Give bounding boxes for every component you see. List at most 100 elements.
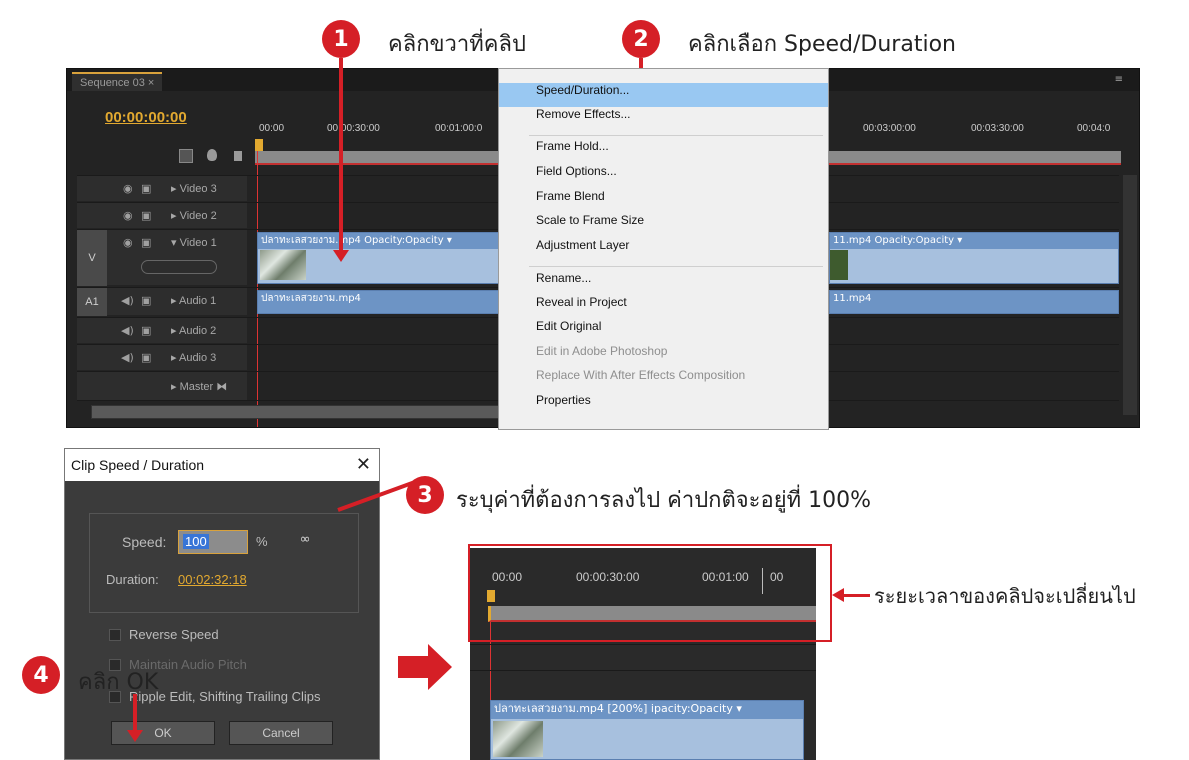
step-1-caption: คลิกขวาที่คลิป bbox=[388, 32, 526, 57]
track-label: ▸ Master ⧓ bbox=[171, 381, 228, 393]
timecode-display[interactable]: 00:00:00:00 bbox=[105, 109, 187, 126]
video-clip[interactable]: ปลาทะเลสวยงาม.mp4 Opacity:Opacity ▾ bbox=[257, 232, 509, 284]
horizontal-scrollbar[interactable] bbox=[91, 405, 511, 419]
speed-value: 100 bbox=[183, 534, 209, 549]
lock-icon[interactable]: ▣ bbox=[141, 209, 151, 222]
lock-icon[interactable]: ▣ bbox=[141, 351, 151, 364]
track-label: ▸ Audio 2 bbox=[171, 325, 217, 337]
speaker-icon[interactable]: ◀) bbox=[121, 294, 134, 307]
audio-clip-2[interactable]: 11.mp4 bbox=[829, 290, 1119, 314]
clip-thumbnail bbox=[830, 250, 848, 280]
eye-icon[interactable]: ◉ bbox=[123, 209, 133, 222]
track-divider bbox=[470, 644, 816, 645]
speaker-icon[interactable]: ◀) bbox=[121, 351, 134, 364]
menu-item-rename[interactable]: Rename... bbox=[499, 271, 828, 295]
clip-title: 11.mp4 bbox=[833, 293, 872, 304]
percent-label: % bbox=[256, 534, 268, 549]
eye-icon[interactable]: ◉ bbox=[123, 182, 133, 195]
menu-item-field-options[interactable]: Field Options... bbox=[499, 164, 828, 188]
ruler-label: 00:00:30:00 bbox=[327, 123, 380, 134]
ruler-label: 00:01:00:0 bbox=[435, 123, 483, 134]
clip-title: ปลาทะเลสวยงาม.mp4 Opacity:Opacity ▾ bbox=[258, 233, 508, 249]
target-video-button[interactable]: V bbox=[77, 230, 107, 286]
duration-label: Duration: bbox=[106, 572, 159, 587]
clip-title: ปลาทะเลสวยงาม.mp4 bbox=[261, 293, 361, 304]
step-3-badge: 3 bbox=[406, 476, 444, 514]
step-3-caption: ระบุค่าที่ต้องการลงไป ค่าปกติจะอยู่ที่ 1… bbox=[456, 488, 871, 513]
ruler-label: 00:00 bbox=[259, 123, 285, 134]
clip-title: 11.mp4 Opacity:Opacity ▾ bbox=[830, 233, 1118, 249]
reverse-speed-label: Reverse Speed bbox=[129, 627, 219, 642]
arrow-1-head bbox=[333, 250, 349, 262]
duration-value[interactable]: 00:02:32:18 bbox=[178, 572, 247, 587]
menu-item-adjustment-layer[interactable]: Adjustment Layer bbox=[499, 238, 828, 262]
track-header: ◀) ▣ ▸ Audio 2 bbox=[77, 318, 247, 343]
playhead-icon[interactable] bbox=[255, 139, 263, 151]
eye-icon[interactable]: ◉ bbox=[123, 236, 133, 249]
audio-clip[interactable]: ปลาทะเลสวยงาม.mp4 bbox=[257, 290, 509, 314]
arrow-4 bbox=[133, 694, 137, 732]
menu-item-edit-original[interactable]: Edit Original bbox=[499, 319, 828, 343]
lock-icon[interactable]: ▣ bbox=[141, 236, 151, 249]
clip-speed-dialog: Clip Speed / Duration ✕ Speed: 100 % ∞ D… bbox=[64, 448, 380, 760]
clip-thumbnail bbox=[260, 250, 306, 280]
panel-menu-icon[interactable]: ≡ bbox=[1115, 74, 1123, 85]
menu-item-properties[interactable]: Properties bbox=[499, 393, 828, 417]
tab-sequence[interactable]: Sequence 03 × bbox=[72, 72, 163, 91]
speed-group: Speed: 100 % ∞ Duration: 00:02:32:18 bbox=[89, 513, 359, 613]
speed-input[interactable]: 100 bbox=[178, 530, 248, 554]
track-label: ▸ Video 2 bbox=[171, 210, 217, 222]
step-1-badge: 1 bbox=[322, 20, 360, 58]
arrow-1 bbox=[339, 58, 343, 250]
dialog-title: Clip Speed / Duration bbox=[65, 449, 379, 481]
cancel-button[interactable]: Cancel bbox=[229, 721, 333, 745]
speed-label: Speed: bbox=[122, 534, 167, 550]
menu-item-frame-blend[interactable]: Frame Blend bbox=[499, 189, 828, 213]
highlight-box bbox=[468, 544, 832, 642]
track-label: ▾ Video 1 bbox=[171, 237, 217, 249]
link-icon[interactable]: ∞ bbox=[294, 530, 316, 570]
track-header: ◉ ▣ ▸ Video 3 bbox=[77, 176, 247, 201]
track-divider bbox=[470, 670, 816, 671]
menu-item-frame-hold[interactable]: Frame Hold... bbox=[499, 139, 828, 163]
menu-item-replace-with-ae: Replace With After Effects Composition bbox=[536, 368, 746, 382]
track-header: V ◉ ▣ ▾ Video 1 bbox=[77, 230, 247, 286]
track-label: ▸ Audio 1 bbox=[171, 295, 217, 307]
clip-thumbnail bbox=[493, 721, 543, 757]
zoomed-video-clip[interactable]: ปลาทะเลสวยงาม.mp4 [200%] ipacity:Opacity… bbox=[490, 700, 804, 760]
ruler-label: 00:04:0 bbox=[1077, 123, 1111, 134]
menu-item-scale-to-frame-size[interactable]: Scale to Frame Size bbox=[499, 213, 828, 237]
target-audio-button[interactable]: A1 bbox=[77, 288, 107, 316]
track-header: A1 ◀) ▣ ▸ Audio 1 bbox=[77, 288, 247, 316]
duration-note: ระยะเวลาของคลิปจะเปลี่ยนไป bbox=[874, 584, 1136, 608]
ruler-label: 00:03:30:00 bbox=[971, 123, 1024, 134]
big-arrow bbox=[398, 656, 428, 678]
menu-item-reveal-in-project[interactable]: Reveal in Project bbox=[499, 295, 828, 319]
menu-separator bbox=[529, 266, 823, 267]
arrow-note bbox=[842, 594, 870, 597]
lock-icon[interactable]: ▣ bbox=[141, 182, 151, 195]
speaker-icon[interactable]: ◀) bbox=[121, 324, 134, 337]
keyframe-icon[interactable] bbox=[234, 151, 242, 161]
arrow-4-head bbox=[127, 730, 143, 742]
marker-icon[interactable] bbox=[207, 149, 217, 161]
menu-item-remove-effects[interactable]: Remove Effects... bbox=[499, 107, 828, 131]
close-icon[interactable]: ✕ bbox=[356, 449, 371, 481]
snap-icon[interactable] bbox=[179, 149, 193, 163]
ruler-label: 00:03:00:00 bbox=[863, 123, 916, 134]
vertical-scrollbar[interactable] bbox=[1123, 175, 1137, 415]
keyframe-nav[interactable] bbox=[141, 260, 217, 274]
lock-icon[interactable]: ▣ bbox=[141, 294, 151, 307]
context-menu: Speed/Duration... Remove Effects... Fram… bbox=[498, 68, 829, 430]
track-label: ▸ Video 3 bbox=[171, 183, 217, 195]
track-header: ◀) ▣ ▸ Audio 3 bbox=[77, 345, 247, 370]
track-label: ▸ Audio 3 bbox=[171, 352, 217, 364]
menu-item-speed-duration[interactable]: Speed/Duration... bbox=[499, 83, 828, 107]
big-arrow-head bbox=[428, 644, 452, 690]
reverse-speed-checkbox[interactable] bbox=[109, 629, 121, 641]
step-4-caption: คลิก OK bbox=[78, 670, 159, 695]
step-2-badge: 2 bbox=[622, 20, 660, 58]
menu-separator bbox=[529, 135, 823, 136]
lock-icon[interactable]: ▣ bbox=[141, 324, 151, 337]
video-clip-2[interactable]: 11.mp4 Opacity:Opacity ▾ bbox=[829, 232, 1119, 284]
